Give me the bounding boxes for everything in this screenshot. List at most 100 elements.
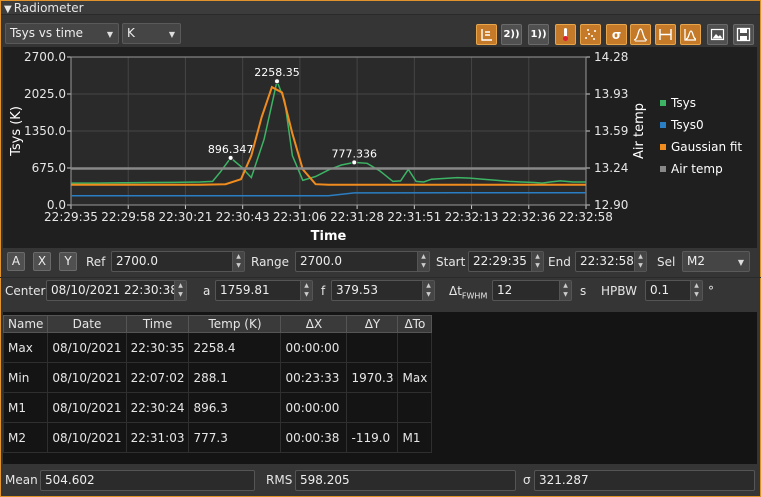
range-value: 2700.0: [300, 254, 342, 268]
table-cell: 22:30:24: [125, 392, 190, 423]
column-header[interactable]: Name: [2, 315, 49, 333]
fit-curve-button[interactable]: [630, 24, 651, 45]
end-time-spinbox[interactable]: 22:32:58 ▲ ▼: [575, 251, 647, 272]
rms-label: RMS: [266, 473, 293, 487]
statistics-row: Mean 504.602 RMS 598.205 σ 321.287: [0, 469, 761, 493]
table-cell: 896.3: [188, 392, 282, 423]
two-channel-button[interactable]: 2)): [501, 24, 522, 45]
y-tick-label: 2025.0: [24, 87, 66, 101]
column-header[interactable]: Temp (K): [188, 315, 282, 333]
scatter-icon: [585, 29, 596, 40]
legend-swatch: [660, 144, 666, 150]
table-cell: M1: [2, 392, 49, 423]
end-value: 22:32:58: [580, 254, 634, 268]
table-cell: 00:00:00: [280, 392, 348, 423]
thermometer-button[interactable]: [555, 24, 576, 45]
sigma-button[interactable]: σ: [606, 24, 627, 45]
spin-arrows-icon[interactable]: ▲ ▼: [232, 252, 244, 271]
table-row[interactable]: M2 08/10/2021 22:31:03 777.3 00:00:38 -119.0 M…: [2, 422, 433, 453]
sigma-field[interactable]: 321.287: [534, 470, 755, 491]
table-cell: Min: [2, 362, 49, 393]
collapse-triangle-icon[interactable]: ▼: [4, 3, 12, 17]
table-row[interactable]: Max 08/10/2021 22:30:35 2258.4 00:00:00: [2, 332, 433, 363]
table-header-row: Name Date Time Temp (K) ΔX ΔY ΔTo: [2, 315, 433, 333]
mean-field[interactable]: 504.602: [40, 470, 255, 491]
gaussian-curve-icon: [633, 28, 648, 42]
axis-control-row: A X Y Ref 2700.0 ▲ ▼ Range 2700.0 ▲ ▼ Star…: [3, 250, 757, 274]
y2-tick-label: 13.59: [594, 124, 628, 138]
x-tick-label: 22:32:58: [559, 210, 613, 224]
ref-label: Ref: [86, 255, 106, 269]
table-cell: 288.1: [188, 362, 282, 393]
floppy-disk-icon: [736, 27, 751, 42]
range-spinbox[interactable]: 2700.0 ▲ ▼: [295, 251, 430, 272]
table-cell: 00:00:00: [280, 332, 348, 363]
table-cell: [397, 392, 433, 423]
auto-scale-a-button[interactable]: A: [7, 252, 25, 271]
save-data-button[interactable]: [733, 24, 754, 45]
column-header[interactable]: ΔY: [346, 315, 399, 333]
a-label: a: [203, 284, 211, 298]
table-cell: 22:07:02: [125, 362, 190, 393]
table-cell: 2258.4: [188, 332, 282, 363]
scatter-button[interactable]: [580, 24, 601, 45]
save-image-button[interactable]: [707, 24, 728, 45]
column-header[interactable]: Date: [47, 315, 127, 333]
spin-arrows-icon[interactable]: ▲ ▼: [174, 281, 186, 300]
image-icon: [710, 28, 725, 41]
spin-arrows-icon[interactable]: ▲ ▼: [417, 252, 429, 271]
x-tick-label: 22:29:58: [101, 210, 155, 224]
fwhm-subscript: FWHM: [461, 291, 488, 301]
table-row[interactable]: M1 08/10/2021 22:30:24 896.3 00:00:00: [2, 392, 433, 423]
spin-arrows-icon[interactable]: ▲ ▼: [300, 281, 312, 300]
floor-spinbox[interactable]: 379.53 ▲ ▼: [331, 280, 435, 301]
column-header[interactable]: Time: [125, 315, 190, 333]
sigma-icon: σ: [611, 27, 622, 42]
spin-arrows-icon[interactable]: ▲ ▼: [690, 281, 702, 300]
peak-markers-button[interactable]: [680, 24, 701, 45]
dt-value: 12: [497, 283, 513, 297]
mean-value: 504.602: [45, 473, 95, 487]
spin-arrows-icon[interactable]: ▲ ▼: [559, 281, 571, 300]
x-tick-label: 22:32:13: [445, 210, 499, 224]
marker-table[interactable]: Name Date Time Temp (K) ΔX ΔY ΔTo Max 08/10/202…: [2, 315, 433, 453]
center-datetime-spinbox[interactable]: 08/10/2021 22:30:38 ▲ ▼: [46, 280, 187, 301]
y-tick-label: 2700.0: [24, 50, 66, 64]
chart-type-select[interactable]: Tsys vs time ▼: [5, 23, 119, 44]
rms-field[interactable]: 598.205: [295, 470, 516, 491]
window-titlebar[interactable]: ▼ Radiometer: [1, 1, 760, 15]
thermometer-icon: [563, 28, 568, 41]
one-channel-button[interactable]: 1)): [528, 24, 549, 45]
auto-scale-x-button[interactable]: X: [33, 252, 51, 271]
table-row[interactable]: Min 08/10/2021 22:07:02 288.1 00:23:33 1970.3…: [2, 362, 433, 393]
legend-label: Tsys: [670, 96, 696, 110]
column-header[interactable]: ΔTo: [397, 315, 433, 333]
y2-tick-label: 13.24: [594, 161, 628, 175]
table-cell: Max: [397, 362, 433, 393]
chevron-down-icon: ▼: [106, 30, 113, 39]
unit-select[interactable]: K ▼: [122, 23, 181, 44]
y2-tick-label: 14.28: [594, 50, 628, 64]
spin-arrows-icon[interactable]: ▲ ▼: [531, 252, 543, 271]
y-tick-label: 0.0: [47, 198, 66, 212]
spin-arrows-icon[interactable]: ▲ ▼: [422, 281, 434, 300]
spin-arrows-icon[interactable]: ▲ ▼: [634, 252, 646, 271]
table-cell: Max: [2, 332, 49, 363]
chart-area[interactable]: 22:29:35 22:29:58 22:30:21 22:30:43 22:31:06…: [3, 47, 757, 248]
legend-toggle-button[interactable]: [476, 24, 497, 45]
range-markers-button[interactable]: [655, 24, 676, 45]
fwhm-spinbox[interactable]: 12 ▲ ▼: [492, 280, 572, 301]
ref-spinbox[interactable]: 2700.0 ▲ ▼: [111, 251, 245, 272]
legend-label: Air temp: [671, 162, 723, 176]
table-cell: [346, 332, 399, 363]
radiometer-chart[interactable]: 22:29:35 22:29:58 22:30:21 22:30:43 22:31:06…: [3, 47, 757, 248]
start-time-spinbox[interactable]: 22:29:35 ▲ ▼: [468, 251, 544, 272]
hpbw-spinbox[interactable]: 0.1 ▲ ▼: [645, 280, 703, 301]
legend-icon: [481, 29, 492, 41]
auto-scale-y-button[interactable]: Y: [59, 252, 77, 271]
amplitude-spinbox[interactable]: 1759.81 ▲ ▼: [215, 280, 313, 301]
range-label: Range: [251, 255, 290, 269]
peak-marker-label: 2258.35: [254, 66, 300, 79]
column-header[interactable]: ΔX: [280, 315, 348, 333]
marker-select[interactable]: M2 ▼: [682, 251, 750, 272]
